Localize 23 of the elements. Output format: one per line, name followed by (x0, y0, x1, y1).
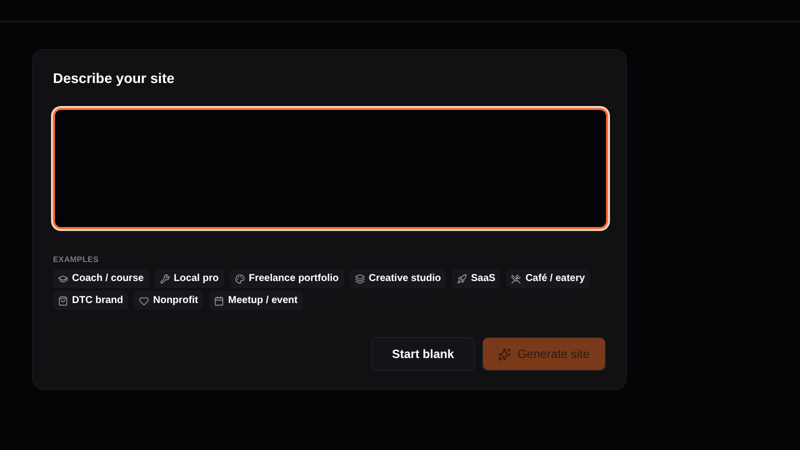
example-chip[interactable]: Meetup / event (209, 291, 303, 310)
card-title: Describe your site (53, 69, 176, 87)
example-chip[interactable]: SaaS (452, 269, 500, 288)
calendar-icon (214, 296, 224, 306)
example-chip[interactable]: Freelance portfolio (230, 269, 344, 288)
utensils-icon (511, 274, 522, 284)
palette-icon (234, 274, 245, 284)
start-blank-button[interactable]: Start blank (371, 337, 475, 371)
example-chip[interactable]: Coach / course (53, 269, 149, 288)
rocket-icon (456, 274, 467, 284)
sparkle-icon (498, 348, 512, 360)
heart-icon (139, 296, 150, 306)
layers-icon (354, 274, 365, 284)
example-chip[interactable]: Creative studio (350, 269, 446, 288)
examples-label: EXAMPLES (53, 254, 100, 266)
example-chip[interactable]: Café / eatery (506, 269, 590, 288)
graduation-cap-icon (58, 274, 68, 284)
example-chip[interactable]: Local pro (154, 269, 224, 288)
example-chip[interactable]: Nonprofit (134, 291, 204, 310)
wrench-icon (160, 274, 170, 284)
bag-icon (58, 296, 68, 306)
example-chip[interactable]: DTC brand (53, 291, 128, 310)
prompt-field[interactable] (53, 108, 608, 229)
